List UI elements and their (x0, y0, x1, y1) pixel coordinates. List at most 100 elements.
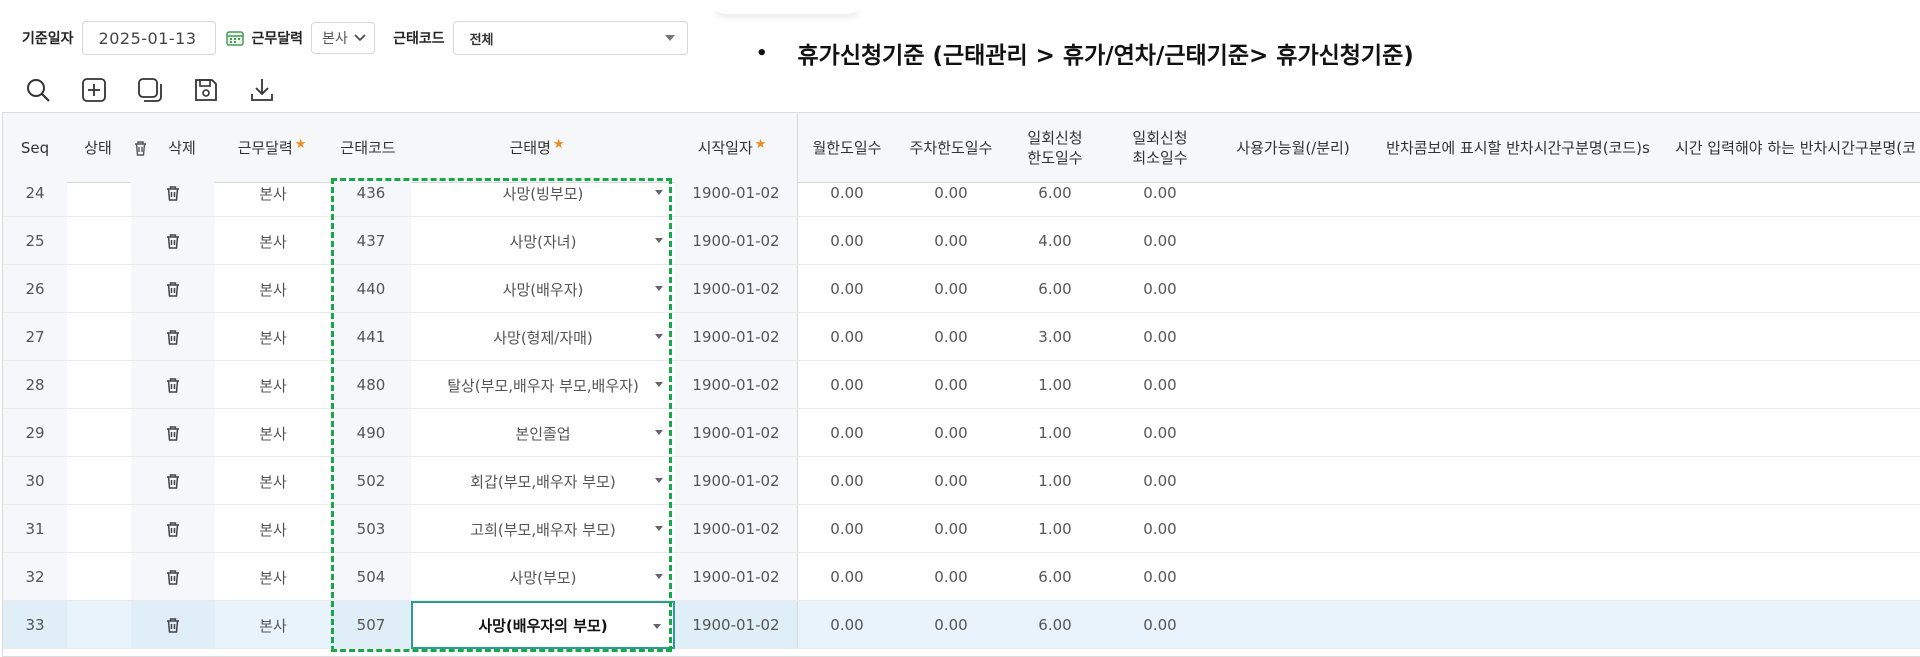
code-cell[interactable]: 440 (331, 265, 411, 313)
start-date-cell[interactable]: 1900-01-02 (675, 409, 797, 457)
month-limit-cell[interactable]: 0.00 (797, 553, 897, 601)
once-min-cell[interactable]: 0.00 (1105, 313, 1215, 361)
calendar-cell[interactable]: 본사 (215, 217, 331, 265)
delete-trash-icon[interactable] (131, 169, 215, 217)
delete-trash-icon[interactable] (131, 265, 215, 313)
table-row[interactable]: 31 본사 503 고희(부모,배우자 부모) 1900-01-02 0.00 0.00 1.… (3, 505, 1920, 553)
once-limit-cell[interactable]: 1.00 (1005, 409, 1105, 457)
week-limit-cell[interactable]: 0.00 (897, 457, 1005, 505)
base-date-input[interactable]: 2025-01-13 (81, 21, 216, 55)
once-min-cell[interactable]: 0.00 (1105, 601, 1215, 649)
calendar-cell[interactable]: 본사 (215, 553, 331, 601)
week-limit-cell[interactable]: 0.00 (897, 601, 1005, 649)
start-date-cell[interactable]: 1900-01-02 (675, 313, 797, 361)
calendar-cell[interactable]: 본사 (215, 169, 331, 217)
code-cell[interactable]: 502 (331, 457, 411, 505)
once-limit-cell[interactable]: 1.00 (1005, 505, 1105, 553)
calendar-select[interactable]: 본사 (311, 22, 376, 54)
calendar-cell[interactable]: 본사 (215, 313, 331, 361)
once-limit-cell[interactable]: 6.00 (1005, 265, 1105, 313)
table-row[interactable]: 27 본사 441 사망(형제/자매) 1900-01-02 0.00 0.00 3.00 0.… (3, 313, 1920, 361)
once-min-cell[interactable]: 0.00 (1105, 217, 1215, 265)
add-button[interactable] (80, 76, 108, 104)
start-date-cell[interactable]: 1900-01-02 (675, 265, 797, 313)
week-limit-cell[interactable]: 0.00 (897, 361, 1005, 409)
code-cell[interactable]: 480 (331, 361, 411, 409)
name-select[interactable]: 사망(부모) (411, 553, 675, 601)
code-cell[interactable]: 437 (331, 217, 411, 265)
table-row[interactable]: 30 본사 502 회갑(부모,배우자 부모) 1900-01-02 0.00 0.00 1.… (3, 457, 1920, 505)
name-select[interactable]: 사망(배우자) (411, 265, 675, 313)
once-limit-cell[interactable]: 6.00 (1005, 169, 1105, 217)
once-limit-cell[interactable]: 6.00 (1005, 553, 1105, 601)
name-select[interactable]: 사망(형제/자매) (411, 313, 675, 361)
delete-trash-icon[interactable] (131, 601, 215, 649)
start-date-cell[interactable]: 1900-01-02 (675, 217, 797, 265)
code-cell[interactable]: 436 (331, 169, 411, 217)
name-select[interactable]: 고희(부모,배우자 부모) (411, 505, 675, 553)
table-row[interactable]: 26 본사 440 사망(배우자) 1900-01-02 0.00 0.00 6.00 0.00 (3, 265, 1920, 313)
delete-trash-icon[interactable] (131, 505, 215, 553)
code-select[interactable]: 전체 (452, 21, 688, 55)
table-row[interactable]: 29 본사 490 본인졸업 1900-01-02 0.00 0.00 1.00 0.00 (3, 409, 1920, 457)
start-date-cell[interactable]: 1900-01-02 (675, 553, 797, 601)
once-min-cell[interactable]: 0.00 (1105, 553, 1215, 601)
calendar-cell[interactable]: 본사 (215, 601, 331, 649)
code-cell[interactable]: 504 (331, 553, 411, 601)
download-button[interactable] (248, 76, 276, 104)
search-button[interactable] (24, 76, 52, 104)
once-limit-cell[interactable]: 1.00 (1005, 361, 1105, 409)
calendar-cell[interactable]: 본사 (215, 409, 331, 457)
once-min-cell[interactable]: 0.00 (1105, 265, 1215, 313)
once-min-cell[interactable]: 0.00 (1105, 505, 1215, 553)
month-limit-cell[interactable]: 0.00 (797, 457, 897, 505)
month-limit-cell[interactable]: 0.00 (797, 169, 897, 217)
once-min-cell[interactable]: 0.00 (1105, 169, 1215, 217)
month-limit-cell[interactable]: 0.00 (797, 505, 897, 553)
save-button[interactable] (192, 76, 220, 104)
delete-trash-icon[interactable] (131, 217, 215, 265)
table-row[interactable]: 28 본사 480 탈상(부모,배우자 부모,배우자) 1900-01-02 0.00 0.… (3, 361, 1920, 409)
month-limit-cell[interactable]: 0.00 (797, 313, 897, 361)
start-date-cell[interactable]: 1900-01-02 (675, 505, 797, 553)
month-limit-cell[interactable]: 0.00 (797, 361, 897, 409)
calendar-cell[interactable]: 본사 (215, 457, 331, 505)
once-min-cell[interactable]: 0.00 (1105, 409, 1215, 457)
start-date-cell[interactable]: 1900-01-02 (675, 169, 797, 217)
start-date-cell[interactable]: 1900-01-02 (675, 361, 797, 409)
week-limit-cell[interactable]: 0.00 (897, 265, 1005, 313)
delete-trash-icon[interactable] (131, 313, 215, 361)
name-select-editor[interactable]: 사망(배우자의 부모) (411, 601, 675, 649)
table-row[interactable]: 25 본사 437 사망(자녀) 1900-01-02 0.00 0.00 4.00 0.00 (3, 217, 1920, 265)
week-limit-cell[interactable]: 0.00 (897, 505, 1005, 553)
start-date-cell[interactable]: 1900-01-02 (675, 601, 797, 649)
delete-trash-icon[interactable] (131, 457, 215, 505)
week-limit-cell[interactable]: 0.00 (897, 313, 1005, 361)
week-limit-cell[interactable]: 0.00 (897, 217, 1005, 265)
calendar-cell[interactable]: 본사 (215, 265, 331, 313)
code-cell[interactable]: 441 (331, 313, 411, 361)
code-cell[interactable]: 507 (331, 601, 411, 649)
code-cell[interactable]: 503 (331, 505, 411, 553)
calendar-cell[interactable]: 본사 (215, 505, 331, 553)
code-cell[interactable]: 490 (331, 409, 411, 457)
name-select[interactable]: 사망(자녀) (411, 217, 675, 265)
month-limit-cell[interactable]: 0.00 (797, 265, 897, 313)
name-select[interactable]: 탈상(부모,배우자 부모,배우자) (411, 361, 675, 409)
week-limit-cell[interactable]: 0.00 (897, 409, 1005, 457)
table-row[interactable]: 24 본사 436 사망(빙부모) 1900-01-02 0.00 0.00 6.00 0.00 (3, 169, 1920, 217)
name-select[interactable]: 사망(빙부모) (411, 169, 675, 217)
delete-trash-icon[interactable] (131, 409, 215, 457)
calendar-icon[interactable] (225, 30, 244, 46)
once-limit-cell[interactable]: 3.00 (1005, 313, 1105, 361)
calendar-cell[interactable]: 본사 (215, 361, 331, 409)
copy-button[interactable] (136, 76, 164, 104)
month-limit-cell[interactable]: 0.00 (797, 217, 897, 265)
month-limit-cell[interactable]: 0.00 (797, 601, 897, 649)
month-limit-cell[interactable]: 0.00 (797, 409, 897, 457)
once-min-cell[interactable]: 0.00 (1105, 361, 1215, 409)
once-limit-cell[interactable]: 1.00 (1005, 457, 1105, 505)
table-row[interactable]: 32 본사 504 사망(부모) 1900-01-02 0.00 0.00 6.00 0.00 (3, 553, 1920, 601)
week-limit-cell[interactable]: 0.00 (897, 553, 1005, 601)
once-limit-cell[interactable]: 4.00 (1005, 217, 1105, 265)
